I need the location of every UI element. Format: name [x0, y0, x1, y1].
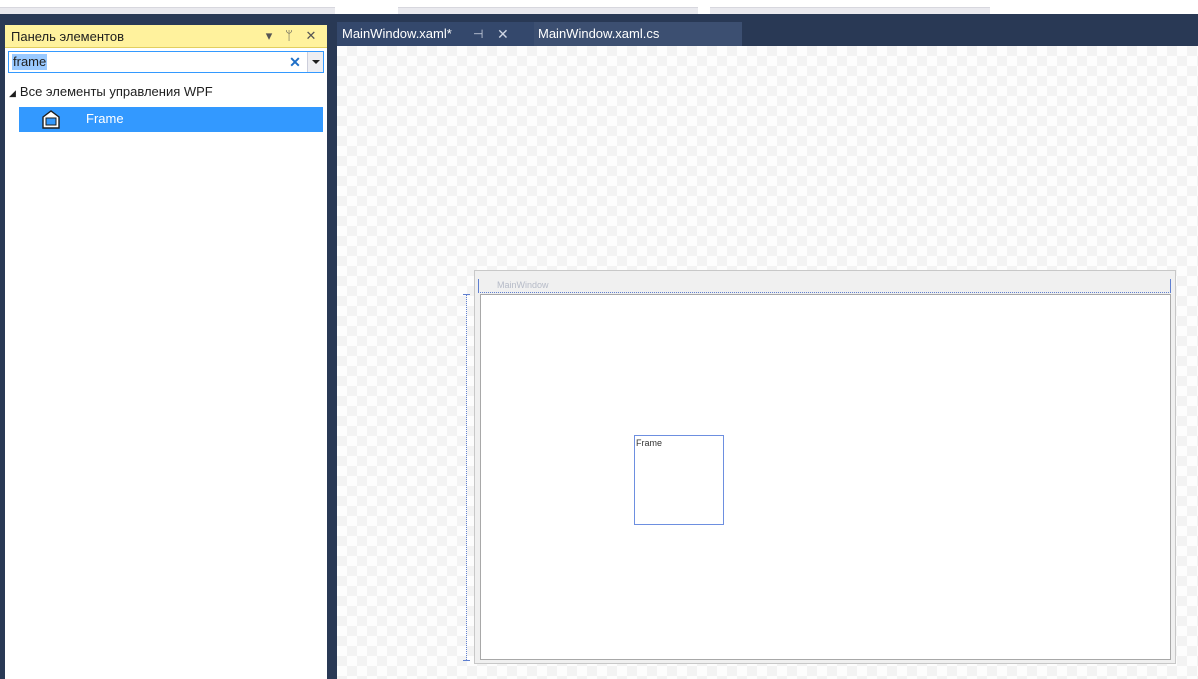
collapse-triangle-icon[interactable]: ◢ — [9, 88, 16, 98]
tab-mainwindow-xaml[interactable]: MainWindow.xaml* ⊣ ✕ — [337, 22, 534, 46]
toolbox-header: Панель элементов ▾ ᛘ ✕ — [5, 25, 327, 48]
height-guide-line — [466, 294, 467, 660]
pin-icon[interactable]: ᛘ — [280, 27, 298, 45]
frame-control-icon — [42, 110, 60, 129]
clear-search-icon[interactable]: ✕ — [287, 53, 303, 71]
toolbox-group-wpf-controls[interactable]: ◢ Все элементы управления WPF — [9, 83, 213, 101]
toolbox-title: Панель элементов — [11, 29, 124, 44]
design-window-title: MainWindow — [497, 280, 549, 290]
guide-tick — [463, 660, 470, 661]
search-input-value: frame — [12, 54, 48, 70]
toolbox-item-label: Frame — [86, 111, 124, 126]
tab-label: MainWindow.xaml* — [342, 26, 452, 41]
design-window-client-area[interactable] — [480, 294, 1171, 660]
design-window-titlebar[interactable]: MainWindow — [478, 279, 1171, 294]
toolbox-item-frame[interactable]: Frame — [19, 107, 323, 132]
group-label: Все элементы управления WPF — [19, 84, 213, 99]
search-options-dropdown[interactable] — [307, 52, 323, 72]
frame-control[interactable]: Frame — [634, 435, 724, 525]
top-toolbar-strip — [0, 0, 1198, 15]
frame-control-label: Frame — [636, 438, 663, 448]
close-icon[interactable]: ✕ — [302, 27, 320, 45]
tab-mainwindow-xaml-cs[interactable]: MainWindow.xaml.cs — [534, 22, 742, 46]
panel-options-dropdown-icon[interactable]: ▾ — [260, 27, 278, 45]
titlebar-guide-line — [478, 292, 1171, 293]
toolbox-panel: Панель элементов ▾ ᛘ ✕ frame ✕ ◢ Все элем… — [5, 25, 327, 679]
guide-tick — [463, 294, 470, 295]
tab-label: MainWindow.xaml.cs — [538, 26, 660, 41]
toolbox-search-input[interactable]: frame ✕ — [8, 51, 324, 73]
close-tab-icon[interactable]: ✕ — [497, 22, 509, 46]
pin-tab-icon[interactable]: ⊣ — [473, 22, 483, 46]
